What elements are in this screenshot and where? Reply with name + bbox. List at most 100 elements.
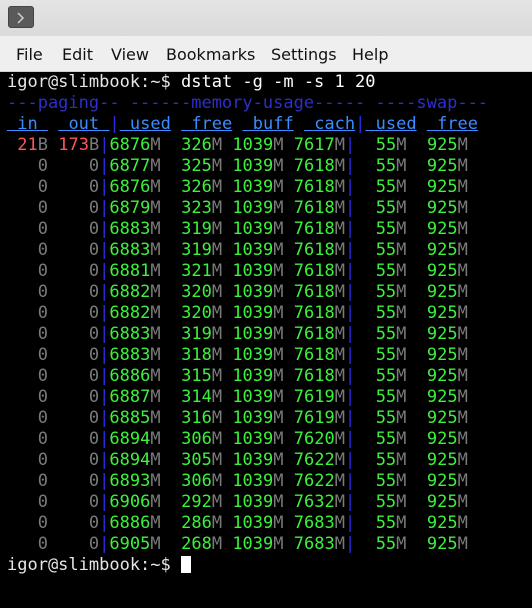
cell-swap-used: 55 [355,198,397,218]
unit-suffix: M [150,345,161,365]
cell-mem-free: 319 [170,219,212,239]
unit-suffix: M [211,240,223,260]
cell-paging-out: 173 [58,135,89,155]
col-sep: | [344,303,356,323]
cell-mem-cach: 7618 [293,198,335,218]
cell-mem-used: 6881 [109,261,151,281]
cell-swap-free: 925 [416,408,458,428]
col-sep: | [99,240,110,260]
terminal-icon[interactable] [8,6,34,28]
cell-mem-free: 286 [170,513,212,533]
cell-mem-cach: 7618 [293,240,335,260]
unit-suffix: M [150,135,161,155]
cell-swap-used: 55 [355,408,397,428]
cell-mem-free: 292 [170,492,212,512]
cell-swap-free: 925 [416,366,458,386]
cell-mem-cach: 7622 [293,450,335,470]
cell-paging-in: 0 [7,156,48,176]
unit-suffix: M [150,471,161,491]
col-sep: | [99,450,110,470]
menu-bar: File Edit View Bookmarks Settings Help [0,36,532,72]
terminal-output[interactable]: igor@slimbook:~$ dstat -g -m -s 1 20 ---… [0,72,532,608]
unit-suffix: M [396,387,407,407]
cell-mem-used: 6883 [109,219,151,239]
cell-swap-free: 925 [416,387,458,407]
unit-suffix: M [211,534,223,554]
cell-mem-free: 323 [170,198,212,218]
cell-mem-free: 305 [170,450,212,470]
cell-mem-used: 6883 [109,324,151,344]
cell-mem-buff: 1039 [232,471,274,491]
cell-paging-in: 0 [7,534,48,554]
col-sep: | [344,408,356,428]
cell-paging-in: 0 [7,429,48,449]
cell-paging-in: 0 [7,324,48,344]
table-row: 0 0|6893M 306M 1039M 7622M| 55M 925M [7,471,468,492]
col-sep: | [344,513,356,533]
cell-mem-buff: 1039 [232,429,274,449]
unit-suffix: M [396,429,407,449]
cell-swap-used: 55 [355,387,397,407]
cell-mem-cach: 7617 [293,135,335,155]
unit-suffix: M [150,492,161,512]
cell-paging-in: 0 [7,450,48,470]
title-bar [0,0,532,36]
unit-suffix: M [457,534,468,554]
cell-mem-cach: 7618 [293,219,335,239]
unit-suffix: M [396,219,407,239]
unit-suffix: M [457,387,468,407]
unit-suffix: M [396,156,407,176]
col-sep: | [344,324,356,344]
cursor [181,556,192,573]
cell-swap-used: 55 [355,534,397,554]
cell-paging-in: 0 [7,198,48,218]
col-sep: | [99,429,110,449]
table-row: 0 0|6882M 320M 1039M 7618M| 55M 925M [7,282,468,303]
cell-mem-used: 6883 [109,345,151,365]
unit-suffix: M [334,240,345,260]
cell-swap-free: 925 [416,345,458,365]
cell-mem-used: 6887 [109,387,151,407]
cell-mem-free: 319 [170,240,212,260]
unit-suffix: M [211,324,223,344]
cell-paging-in: 0 [7,408,48,428]
unit-suffix: M [150,408,161,428]
cell-mem-buff: 1039 [232,156,274,176]
menu-settings[interactable]: Settings [271,45,337,64]
menu-help[interactable]: Help [352,45,388,64]
cell-swap-used: 55 [355,471,397,491]
col-sep: | [99,156,110,176]
cell-mem-free: 306 [170,429,212,449]
cell-mem-free: 318 [170,345,212,365]
menu-view[interactable]: View [111,45,149,64]
unit-suffix: M [334,135,345,155]
cell-mem-buff: 1039 [232,534,274,554]
unit-suffix: M [334,408,345,428]
cell-paging-in: 0 [7,387,48,407]
menu-bookmarks[interactable]: Bookmarks [166,45,255,64]
cell-mem-free: 325 [170,156,212,176]
cell-paging-in: 0 [7,219,48,239]
cell-swap-used: 55 [355,513,397,533]
col-sep: | [344,429,356,449]
unit-suffix: M [150,303,161,323]
unit-suffix: B [37,135,48,155]
col-sep [417,114,427,134]
menu-file[interactable]: File [16,45,43,64]
cell-mem-free: 326 [170,135,212,155]
unit-suffix: M [334,324,345,344]
cell-paging-in: 0 [7,492,48,512]
unit-suffix: M [211,513,223,533]
cell-swap-free: 925 [416,513,458,533]
cell-mem-used: 6876 [109,177,151,197]
unit-suffix: M [396,303,407,323]
cell-swap-used: 55 [355,450,397,470]
unit-suffix: M [211,492,223,512]
col-sep: | [344,534,356,554]
unit-suffix: M [457,198,468,218]
cell-mem-used: 6879 [109,198,151,218]
menu-edit[interactable]: Edit [62,45,93,64]
cell-swap-free: 925 [416,261,458,281]
col-buff: buff [242,114,294,134]
cell-mem-cach: 7683 [293,513,335,533]
